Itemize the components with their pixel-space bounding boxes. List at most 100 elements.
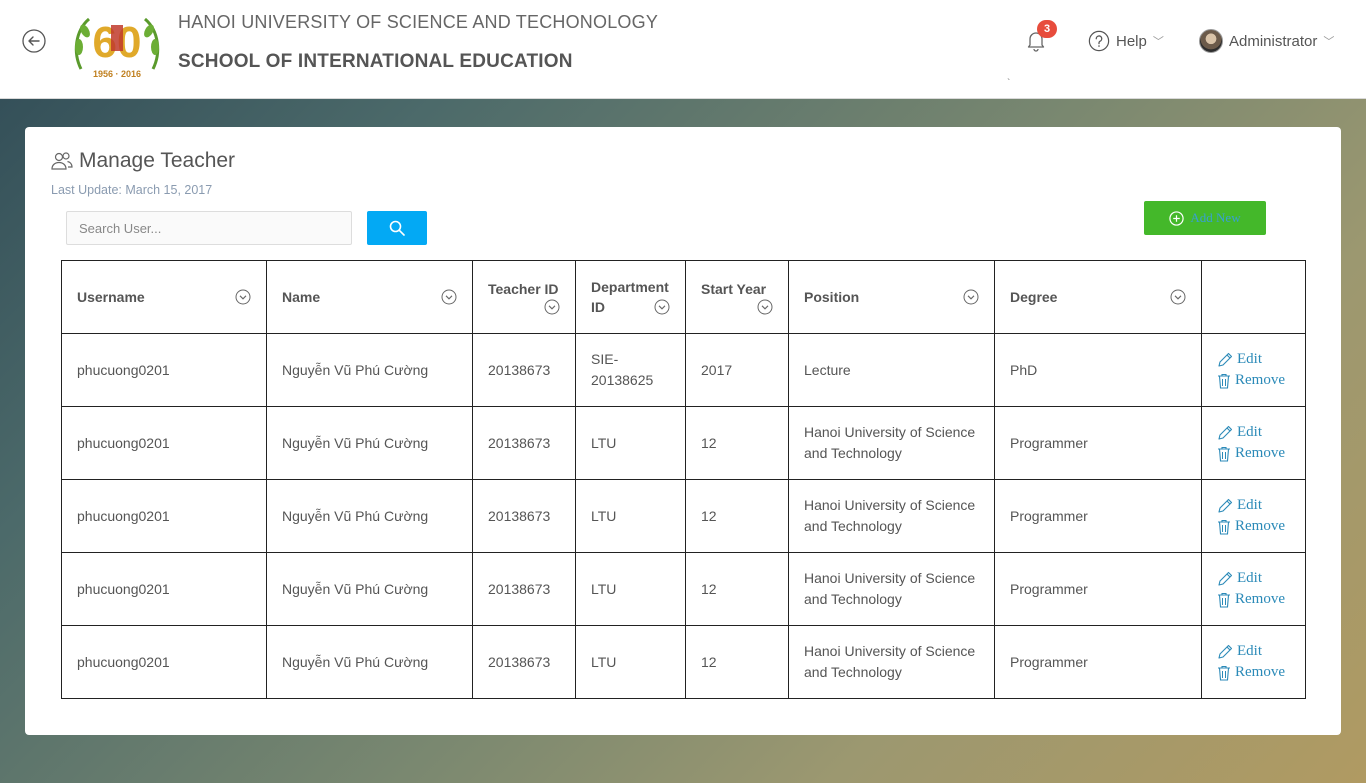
add-new-button[interactable]: Add New <box>1144 201 1266 235</box>
remove-link[interactable]: Remove <box>1217 662 1290 683</box>
chevron-circle-down-icon[interactable] <box>1170 289 1186 305</box>
edit-link[interactable]: Edit <box>1217 641 1290 662</box>
cell-department-id: LTU <box>575 552 686 626</box>
remove-label: Remove <box>1235 664 1285 680</box>
pencil-icon <box>1218 425 1233 440</box>
help-label: Help <box>1116 32 1147 50</box>
username-value: phucuong0201 <box>77 435 170 451</box>
search-input[interactable] <box>66 211 352 245</box>
cell-username: phucuong0201 <box>61 406 267 480</box>
table-row: phucuong0201 Nguyễn Vũ Phú Cường 2013867… <box>61 552 1306 626</box>
degree-value: PhD <box>1010 362 1038 378</box>
header-label: Degree <box>1010 289 1058 305</box>
position-value: Hanoi University of Science <box>804 570 976 586</box>
start-year-value: 2017 <box>701 362 733 378</box>
cell-start-year: 12 <box>685 625 789 699</box>
chevron-circle-down-icon[interactable] <box>963 289 979 305</box>
teacher-id-value: 20138673 <box>488 362 551 378</box>
remove-link[interactable]: Remove <box>1217 589 1290 610</box>
header-label: ID <box>591 299 605 315</box>
svg-text:1956 · 2016: 1956 · 2016 <box>93 69 141 79</box>
cell-teacher-id: 20138673 <box>472 406 576 480</box>
content-card: Manage Teacher Last Update: March 15, 20… <box>25 127 1341 735</box>
cell-department-id: LTU <box>575 479 686 553</box>
username-value: phucuong0201 <box>77 581 170 597</box>
header-label: Start Year <box>701 281 767 297</box>
help-icon <box>1088 30 1110 52</box>
cell-name: Nguyễn Vũ Phú Cường <box>266 625 473 699</box>
chevron-circle-down-icon[interactable] <box>235 289 251 305</box>
cell-name: Nguyễn Vũ Phú Cường <box>266 406 473 480</box>
cell-teacher-id: 20138673 <box>472 333 576 407</box>
university-logo: 60 1956 · 2016 <box>74 17 160 79</box>
name-value: Nguyễn Vũ Phú Cường <box>282 654 429 670</box>
help-menu[interactable]: Help ﹀ <box>1088 29 1164 53</box>
department-id-value: LTU <box>591 507 617 524</box>
col-name: Name <box>266 260 473 334</box>
col-username: Username <box>61 260 267 334</box>
remove-label: Remove <box>1235 372 1285 388</box>
position-value: Hanoi University of Science <box>804 424 976 440</box>
chevron-circle-down-icon[interactable] <box>441 289 457 305</box>
header-label: Position <box>804 289 860 305</box>
cell-degree: Programmer <box>994 625 1202 699</box>
user-menu[interactable]: Administrator ﹀ <box>1199 28 1334 54</box>
cell-actions: Edit Remove <box>1201 552 1306 626</box>
remove-link[interactable]: Remove <box>1217 443 1290 464</box>
last-update: Last Update: March 15, 2017 <box>51 183 213 197</box>
chevron-circle-down-icon[interactable] <box>544 299 560 315</box>
cell-start-year: 12 <box>685 552 789 626</box>
edit-link[interactable]: Edit <box>1217 495 1290 516</box>
chevron-circle-down-icon[interactable] <box>654 299 670 315</box>
search-button[interactable] <box>367 211 427 245</box>
degree-value: Programmer <box>1010 581 1088 597</box>
page-title-text: Manage Teacher <box>79 149 236 172</box>
stray-mark: ` <box>1007 78 1011 89</box>
edit-label: Edit <box>1237 643 1262 659</box>
cell-degree: Programmer <box>994 552 1202 626</box>
avatar <box>1199 29 1223 53</box>
cell-position: Hanoi University of Science and Technolo… <box>788 552 995 626</box>
col-degree: Degree <box>994 260 1202 334</box>
position-value: Hanoi University of Science <box>804 643 976 659</box>
cell-teacher-id: 20138673 <box>472 479 576 553</box>
cell-actions: Edit Remove <box>1201 406 1306 480</box>
cell-name: Nguyễn Vũ Phú Cường <box>266 479 473 553</box>
chevron-circle-down-icon[interactable] <box>757 299 773 315</box>
chevron-down-icon: ﹀ <box>1323 36 1335 48</box>
remove-label: Remove <box>1235 445 1285 461</box>
table-header-row: Username Name Teacher ID Department ID S… <box>61 260 1306 334</box>
department-id-value-cont: 20138625 <box>591 372 654 388</box>
table-row: phucuong0201 Nguyễn Vũ Phú Cường 2013867… <box>61 333 1306 407</box>
position-value-cont: and Technology <box>804 445 902 461</box>
cell-username: phucuong0201 <box>61 479 267 553</box>
degree-value: Programmer <box>1010 435 1088 451</box>
cell-start-year: 12 <box>685 479 789 553</box>
table-row: phucuong0201 Nguyễn Vũ Phú Cường 2013867… <box>61 406 1306 480</box>
edit-link[interactable]: Edit <box>1217 422 1290 443</box>
remove-link[interactable]: Remove <box>1217 370 1290 391</box>
search-icon <box>389 220 405 236</box>
remove-link[interactable]: Remove <box>1217 516 1290 537</box>
cell-position: Lecture <box>788 333 995 407</box>
cell-teacher-id: 20138673 <box>472 625 576 699</box>
edit-link[interactable]: Edit <box>1217 349 1290 370</box>
col-actions <box>1201 260 1306 334</box>
start-year-value: 12 <box>701 581 717 597</box>
position-value: Lecture <box>804 361 851 378</box>
col-department-id: Department ID <box>575 260 686 334</box>
department-id-value: SIE- <box>591 351 619 367</box>
name-value: Nguyễn Vũ Phú Cường <box>282 362 429 378</box>
user-label: Administrator <box>1229 32 1318 50</box>
pencil-icon <box>1218 571 1233 586</box>
cell-department-id: LTU <box>575 625 686 699</box>
degree-value: Programmer <box>1010 508 1088 524</box>
department-id-value: LTU <box>591 653 617 670</box>
cell-username: phucuong0201 <box>61 552 267 626</box>
edit-label: Edit <box>1237 424 1262 440</box>
header-label: Name <box>282 289 321 305</box>
teacher-id-value: 20138673 <box>488 435 551 451</box>
col-teacher-id: Teacher ID <box>472 260 576 334</box>
edit-link[interactable]: Edit <box>1217 568 1290 589</box>
back-arrow-icon[interactable] <box>22 29 46 53</box>
